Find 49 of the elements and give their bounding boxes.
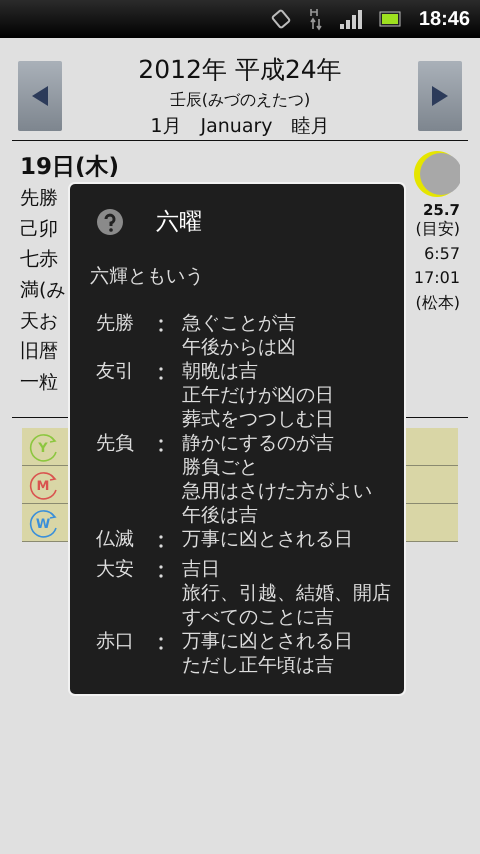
rokuyo-description: 吉日 [182,557,221,581]
rokuyo-description: 急用はさけた方がよい [182,479,373,503]
year-title: 2012年 平成24年 [138,54,342,86]
rokuyo-name: 大安 [96,557,135,582]
day-detail-line: (目安) [416,219,460,240]
day-info-line: 七赤 [20,247,58,272]
help-icon [96,208,124,236]
day-detail-line: (松本) [416,292,460,314]
eto-label: 壬辰(みづのえたつ) [170,90,310,111]
rokuyo-description: 葬式をつつしむ日 [182,407,335,431]
battery-icon [378,11,403,27]
dialog-subtitle: 六輝ともいう [90,264,205,289]
rokuyo-description: 正午だけが凶の日 [182,383,335,407]
rokuyo-description: 万事に凶とされる日 [182,629,354,653]
data-arrows-icon [308,7,323,31]
day-info-line: 先勝 [20,186,58,211]
right-triangle-icon [432,86,448,106]
previous-button[interactable] [18,61,62,131]
dialog-title: 六曜 [156,208,202,237]
left-triangle-icon [32,86,48,106]
rokuyo-description: 万事に凶とされる日 [182,527,354,551]
signal-icon [338,8,363,30]
day-info-line: 一粒 [20,370,58,396]
month-label: 1月 January 睦月 [150,114,330,139]
rokuyo-name: 先負 [96,431,135,456]
day-info-line: 満(み [20,278,66,304]
rokuyo-name: 仏滅 [96,527,135,552]
rokuyo-description: 午後からは凶 [182,335,297,359]
rokuyo-description: 旅行、引越、結婚、開店 [182,581,392,605]
day-info-line: 旧暦 [20,339,58,364]
rokuyo-description: 午後は吉 [182,503,259,527]
rokuyo-description: 急ぐことが吉 [182,311,297,335]
day-info-line: 天お [20,308,58,334]
rokuyo-description: 静かにするのが吉 [182,431,335,455]
rokuyo-description: 朝晩は吉 [182,359,259,383]
moon-age: 25.7 [422,201,460,219]
rokuyo-description: 勝負ごと [182,455,259,479]
next-button[interactable] [418,61,462,131]
day-detail-line: 17:01 [414,268,460,289]
rokuyo-description: ただし正午頃は吉 [182,653,335,677]
rokuyo-name: 赤口 [96,629,135,654]
date-heading: 19日(木) [20,153,120,182]
moon-phase-icon [414,151,460,197]
rokuyo-description: すべてのことに吉 [182,605,335,629]
status-time: 18:46 [418,8,470,30]
rokuyo-name: 先勝 [96,311,135,336]
rokuyo-name: 友引 [96,359,135,384]
day-info-line: 己卯 [20,216,58,242]
day-detail-line: 6:57 [424,244,460,264]
